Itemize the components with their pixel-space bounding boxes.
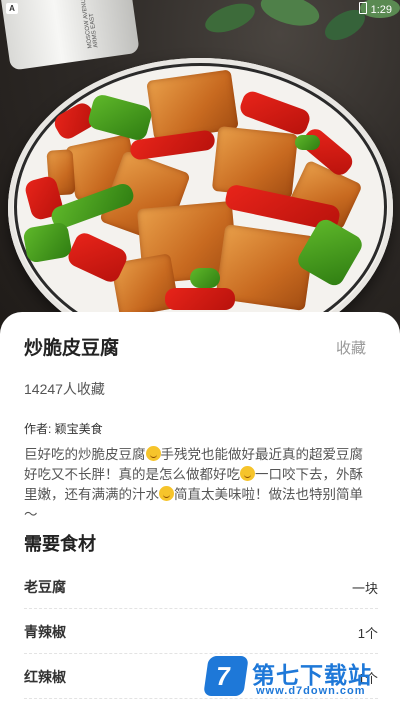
status-right: 1:29 (358, 2, 392, 16)
favorite-button[interactable]: 收藏 (336, 337, 366, 358)
app-notification-icon: A (6, 3, 18, 14)
watermark-url: www.d7down.com (256, 685, 366, 697)
recipe-photo: MOSCOW AVENUE PRODUCT ARMS EAST A 1:29 (0, 0, 400, 340)
recipe-card: 炒脆皮豆腐 收藏 14247人收藏 作者: 颖宝美食 巨好吃的炒脆皮豆腐 手残党也… (0, 312, 400, 712)
favorite-count: 14247人收藏 (24, 381, 105, 397)
ingredients-heading: 需要食材 (24, 534, 96, 554)
battery-icon (358, 2, 367, 14)
smile-emoji-icon (240, 466, 255, 481)
ingredient-name: 红辣椒 (24, 669, 66, 685)
green-pepper (190, 268, 220, 288)
smile-emoji-icon (159, 486, 174, 501)
description-part: 巨好吃的炒脆皮豆腐 (24, 447, 146, 462)
smile-emoji-icon (145, 446, 161, 461)
watermark: 7 第七下载站 www.d7down.com (203, 656, 392, 704)
watermark-logo-icon: 7 (203, 656, 249, 696)
watermark-logo-letter: 7 (213, 661, 233, 691)
ingredient-qty: 1个 (357, 626, 378, 641)
ingredient-name: 青辣椒 (24, 624, 66, 640)
clock: 1:29 (370, 4, 392, 16)
ingredient-row: 青辣椒 1个 (24, 609, 378, 654)
green-pepper (295, 135, 320, 150)
ingredient-row: 老豆腐 一块 (24, 564, 378, 609)
red-pepper (165, 288, 235, 310)
recipe-title: 炒脆皮豆腐 (24, 338, 120, 359)
author-label: 作者: 颖宝美食 (24, 422, 103, 436)
ingredient-qty: 一块 (351, 581, 378, 596)
ingredient-name: 老豆腐 (24, 579, 66, 595)
status-bar: A 1:29 (0, 0, 400, 18)
recipe-description: 巨好吃的炒脆皮豆腐 手残党也能做好最近真的超爱豆腐好吃又不长胖！真的是怎么做都好吃… (24, 445, 376, 525)
